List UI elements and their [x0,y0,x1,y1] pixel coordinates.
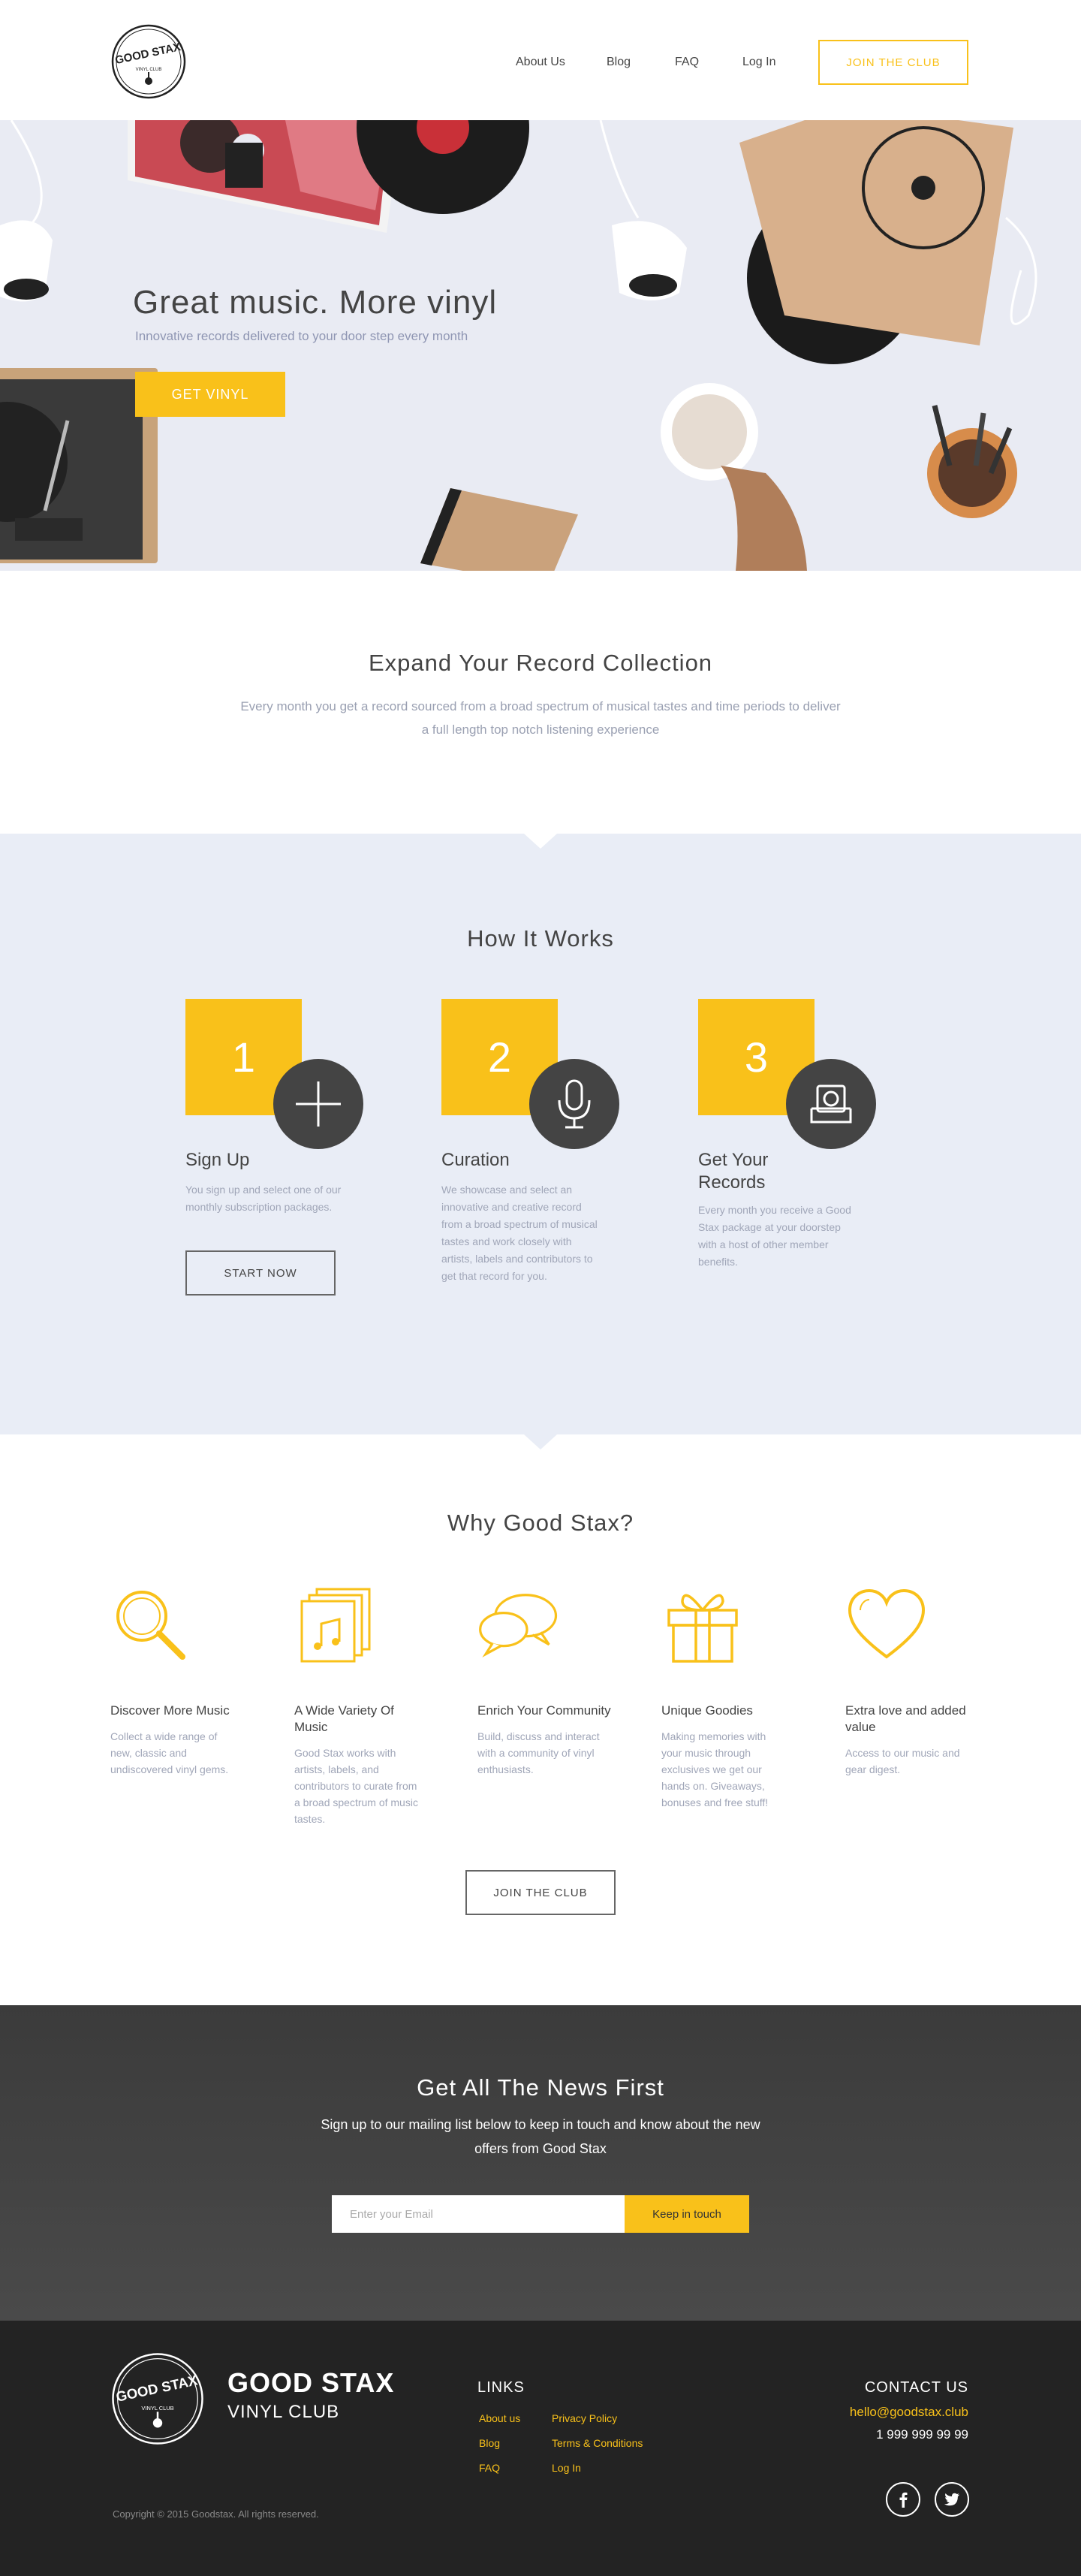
step-description: Every month you receive a Good Stax pack… [698,1204,851,1268]
footer-brand-name: GOOD STAX [227,2367,395,2398]
contact-phone: 1 999 999 99 99 [876,2427,968,2442]
step-card: 3 Get Your Records Every month you recei… [698,999,893,1329]
hero-section: Great music. More vinyl Innovative recor… [0,120,1081,571]
feature-title: Extra love and added value [845,1703,966,1734]
feature-description: Access to our music and gear digest. [845,1747,960,1775]
feature-item: A Wide Variety Of Music Good Stax works … [294,1585,429,1827]
step-title: Sign Up [185,1150,250,1170]
how-it-works-section: How It Works 1 Sign Up You sign up and s… [0,834,1081,1449]
nav-blog[interactable]: Blog [607,56,631,69]
footer-brand-subtitle: VINYL CLUB [227,2402,340,2422]
why-good-stax-section: Why Good Stax? Discover More Music Colle… [0,1434,1081,2005]
hero-illustration [0,120,1037,571]
step-icon-circle [273,1059,363,1149]
facebook-icon[interactable] [886,2482,920,2517]
step-card: 2 Curation We showcase and select an inn… [441,999,637,1329]
step-icon-circle [786,1059,876,1149]
expand-collection-section: Expand Your Record Collection Every mont… [0,571,1081,834]
chat-bubbles-icon [479,1594,558,1658]
feature-item: Extra love and added value Access to our… [845,1585,980,1778]
feature-item: Discover More Music Collect a wide range… [110,1585,245,1778]
earphones-image [1005,216,1037,325]
section-notch [524,834,557,849]
nav-log-in[interactable]: Log In [742,56,775,69]
twitter-icon[interactable] [935,2482,969,2517]
section-notch [524,1434,557,1449]
speaker-right-image [599,120,687,300]
nav-faq[interactable]: FAQ [675,56,699,69]
section-description: Every month you get a record sourced fro… [240,699,841,737]
svg-text:VINYL CLUB: VINYL CLUB [136,68,162,72]
email-input[interactable] [332,2195,625,2233]
svg-text:VINYL CLUB: VINYL CLUB [141,2405,173,2412]
feature-title: A Wide Variety Of Music [294,1703,394,1734]
copyright-text: Copyright © 2015 Goodstax. All rights re… [113,2508,319,2520]
magnifier-icon [116,1591,185,1660]
feature-item: Unique Goodies Making memories with your… [661,1585,796,1811]
site-header: GOOD STAX VINYL CLUB About Us Blog FAQ L… [0,0,1081,120]
plus-icon [296,1081,341,1127]
svg-text:GOOD STAX: GOOD STAX [115,2372,200,2405]
section-title: Expand Your Record Collection [368,650,713,676]
feature-description: Good Stax works with artists, labels, an… [294,1747,418,1825]
get-vinyl-button[interactable]: GET VINYL [135,372,285,417]
step-description: We showcase and select an innovative and… [441,1184,598,1282]
step-title: Curation [441,1150,510,1170]
hero-title: Great music. More vinyl [133,284,498,321]
package-icon [810,1084,852,1124]
section-title: How It Works [467,925,614,952]
step-icon-circle [529,1059,619,1149]
step-title: Get Your Records [698,1150,769,1193]
join-club-button[interactable]: JOIN THE CLUB [818,40,968,85]
microphone-icon [558,1079,591,1129]
section-title: Why Good Stax? [447,1510,634,1536]
step-description: You sign up and select one of our monthl… [185,1184,342,1213]
newsletter-section: Get All The News First Sign up to our ma… [0,2005,1081,2321]
notebook-image [420,488,578,571]
contact-email-link[interactable]: hello@goodstax.club [850,2405,968,2420]
section-title: Get All The News First [417,2074,664,2101]
join-club-button-secondary[interactable]: JOIN THE CLUB [465,1870,616,1915]
feature-description: Making memories with your music through … [661,1730,769,1808]
feature-item: Enrich Your Community Build, discuss and… [477,1585,613,1778]
feature-description: Collect a wide range of new, classic and… [110,1730,229,1775]
feature-description: Build, discuss and interact with a commu… [477,1730,600,1775]
footer-contact-heading: CONTACT US [864,2379,968,2396]
turntable-image [0,368,158,563]
section-description: Sign up to our mailing list below to kee… [321,2117,760,2156]
good-stax-logo[interactable]: GOOD STAX VINYL CLUB [111,24,186,99]
footer-link-privacy-policy[interactable]: Privacy Policy [552,2412,617,2424]
feature-title: Enrich Your Community [477,1703,611,1718]
footer-link-log-in[interactable]: Log In [552,2462,581,2474]
hand-image [721,466,807,571]
speaker-left-image [0,120,53,302]
hero-subtitle: Innovative records delivered to your doo… [135,329,468,343]
footer-link-blog[interactable]: Blog [479,2437,500,2449]
site-footer: GOOD STAX VINYL CLUB GOOD STAX VINYL CLU… [0,2321,1081,2576]
footer-link-terms[interactable]: Terms & Conditions [552,2437,643,2449]
footer-links-heading: LINKS [477,2379,525,2396]
footer-link-faq[interactable]: FAQ [479,2462,500,2474]
footer-link-about-us[interactable]: About us [479,2412,520,2424]
feature-title: Unique Goodies [661,1703,753,1718]
start-now-button[interactable]: START NOW [185,1250,336,1296]
feature-title: Discover More Music [110,1703,230,1718]
nav-about-us[interactable]: About Us [516,56,565,69]
gift-icon [667,1594,738,1663]
footer-logo[interactable]: GOOD STAX VINYL CLUB [111,2352,204,2445]
music-stack-icon [300,1588,371,1663]
keep-in-touch-button[interactable]: Keep in touch [625,2195,749,2233]
heart-icon [848,1588,926,1659]
